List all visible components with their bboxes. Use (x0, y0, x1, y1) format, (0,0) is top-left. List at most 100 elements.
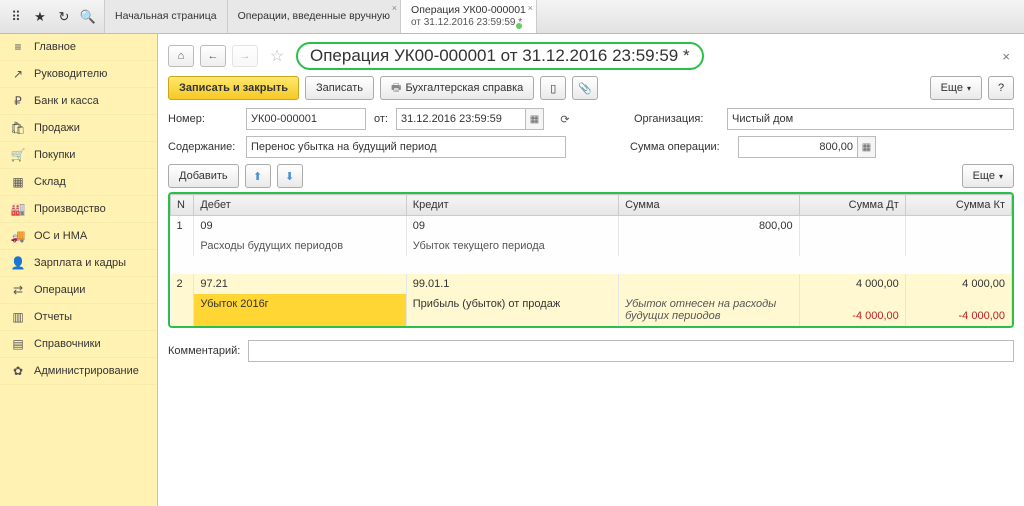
sidebar-item-label: Склад (34, 176, 66, 188)
table-row[interactable]: 2 97.21 99.01.1 4 000,00 4 000,00 (171, 274, 1012, 294)
sidebar-item-label: Покупки (34, 149, 75, 161)
sidebar-item-production[interactable]: 🏭Производство (0, 196, 157, 223)
person-icon: 👤 (10, 256, 26, 270)
sidebar-item-reports[interactable]: ▥Отчеты (0, 304, 157, 331)
ruble-icon: ₽ (10, 94, 26, 108)
sidebar-item-label: Производство (34, 203, 106, 215)
sidebar-item-sales[interactable]: 🛍Продажи (0, 115, 157, 142)
sidebar-item-admin[interactable]: ✿Администрирование (0, 358, 157, 385)
main: ⌂ ← → ☆ Операция УК00-000001 от 31.12.20… (158, 34, 1024, 506)
attachment-button[interactable]: ▯ (540, 76, 566, 100)
cell-credit-sub: Убыток текущего периода (406, 236, 618, 256)
favorite-button[interactable]: ☆ (264, 45, 290, 67)
table-row-sub[interactable]: Убыток 2016г Прибыль (убыток) от продаж … (171, 294, 1012, 326)
tab-label: Операция УК00-000001 (411, 4, 526, 17)
org-input[interactable] (727, 108, 1014, 130)
table-row-sub[interactable]: Расходы будущих периодов Убыток текущего… (171, 236, 1012, 256)
sidebar-item-operations[interactable]: ⇄Операции (0, 277, 157, 304)
sidebar-item-main[interactable]: ≡ Главное (0, 34, 157, 61)
clip-button[interactable]: 📎 (572, 76, 598, 100)
star-icon[interactable]: ★ (28, 5, 52, 29)
col-credit: Кредит (406, 195, 618, 216)
subtoolbar: Добавить ⬆ ⬇ Еще ▾ (168, 164, 1014, 188)
comment-input[interactable] (248, 340, 1014, 362)
close-icon[interactable]: × (528, 3, 533, 13)
calendar-icon[interactable]: ▦ (526, 108, 544, 130)
truck-icon: 🚚 (10, 229, 26, 243)
table-header-row: N Дебет Кредит Сумма Сумма Дт Сумма Кт (171, 195, 1012, 216)
chevron-down-icon: ▾ (999, 172, 1003, 181)
print-button[interactable]: 🖶Бухгалтерская справка (380, 76, 534, 100)
sidebar-item-catalogs[interactable]: ▤ Справочники (0, 331, 157, 358)
apps-icon[interactable]: ⠿ (4, 5, 28, 29)
tab-operation[interactable]: Операция УК00-000001 от 31.12.2016 23:59… (401, 0, 537, 33)
sidebar-item-manager[interactable]: ↗Руководителю (0, 61, 157, 88)
content-label: Содержание: (168, 141, 238, 153)
save-button[interactable]: Записать (305, 76, 374, 100)
sidebar-item-assets[interactable]: 🚚ОС и НМА (0, 223, 157, 250)
chart-icon: ↗ (10, 67, 26, 81)
more-button[interactable]: Еще ▾ (930, 76, 982, 100)
sum-label: Сумма операции: (630, 141, 730, 153)
file-icon: ▯ (550, 82, 556, 95)
close-icon[interactable]: × (392, 3, 397, 13)
sidebar-item-label: Продажи (34, 122, 80, 134)
help-button[interactable]: ? (988, 76, 1014, 100)
sidebar-item-warehouse[interactable]: ▦Склад (0, 169, 157, 196)
col-n: N (171, 195, 194, 216)
forward-button[interactable]: → (232, 45, 258, 67)
cell-sum-dt2 (799, 236, 905, 256)
page-title: Операция УК00-000001 от 31.12.2016 23:59… (296, 42, 704, 70)
cell-debit: 97.21 (194, 274, 406, 294)
search-icon[interactable]: 🔍 (76, 5, 100, 29)
gear-icon: ✿ (10, 364, 26, 378)
comment-label: Комментарий: (168, 345, 240, 357)
sidebar-item-bank[interactable]: ₽Банк и касса (0, 88, 157, 115)
comment-row: Комментарий: (168, 340, 1014, 362)
cell-sum-kt: 4 000,00 (905, 274, 1011, 294)
content-input[interactable] (246, 136, 566, 158)
sidebar-item-label: Зарплата и кадры (34, 257, 126, 269)
sum-input[interactable] (738, 136, 858, 158)
tab-home[interactable]: Начальная страница (105, 0, 228, 33)
cell-credit-sub: Прибыль (убыток) от продаж (406, 294, 618, 326)
add-button[interactable]: Добавить (168, 164, 239, 188)
date-prefix: от: (374, 113, 388, 125)
button-label: Еще (973, 170, 995, 182)
back-button[interactable]: ← (200, 45, 226, 67)
cell-debit-sub: Расходы будущих периодов (194, 236, 406, 256)
chevron-down-icon: ▾ (967, 84, 971, 93)
cell-debit-sub: Убыток 2016г (194, 294, 406, 326)
col-debit: Дебет (194, 195, 406, 216)
sidebar-item-purchases[interactable]: 🛒Покупки (0, 142, 157, 169)
tab-manual-ops[interactable]: Операции, введенные вручную × (228, 0, 401, 33)
help-icon: ? (998, 82, 1004, 94)
move-down-button[interactable]: ⬇ (277, 164, 303, 188)
titlebar: ⌂ ← → ☆ Операция УК00-000001 от 31.12.20… (168, 42, 1014, 70)
clip-icon: 📎 (578, 82, 592, 95)
menu-icon: ≡ (10, 40, 26, 54)
cell-sum (619, 274, 800, 294)
cell-sum-kt (905, 216, 1011, 237)
cell-sum-sub: Убыток отнесен на расходы будущих период… (619, 294, 800, 326)
history-icon[interactable]: ↻ (52, 5, 76, 29)
move-up-button[interactable]: ⬆ (245, 164, 271, 188)
table-row[interactable]: 1 09 09 800,00 (171, 216, 1012, 237)
report-icon: ▥ (10, 310, 26, 324)
cell-sum-dt (799, 216, 905, 237)
form-row-number: Номер: от: ▦ ⟳ Организация: (168, 108, 1014, 130)
form-row-content: Содержание: Сумма операции: ▦ (168, 136, 1014, 158)
close-button[interactable]: × (998, 45, 1014, 68)
number-input[interactable] (246, 108, 366, 130)
home-button[interactable]: ⌂ (168, 45, 194, 67)
save-close-button[interactable]: Записать и закрыть (168, 76, 299, 100)
sidebar-item-salary[interactable]: 👤 Зарплата и кадры (0, 250, 157, 277)
date-input[interactable] (396, 108, 526, 130)
refresh-icon[interactable]: ⟳ (552, 108, 578, 130)
table-more-button[interactable]: Еще ▾ (962, 164, 1014, 188)
sidebar-item-label: Главное (34, 41, 76, 53)
sidebar-item-label: Справочники (34, 338, 101, 350)
cell-sum-dt: 4 000,00 (799, 274, 905, 294)
book-icon: ▤ (10, 337, 26, 351)
calculator-icon[interactable]: ▦ (858, 136, 876, 158)
